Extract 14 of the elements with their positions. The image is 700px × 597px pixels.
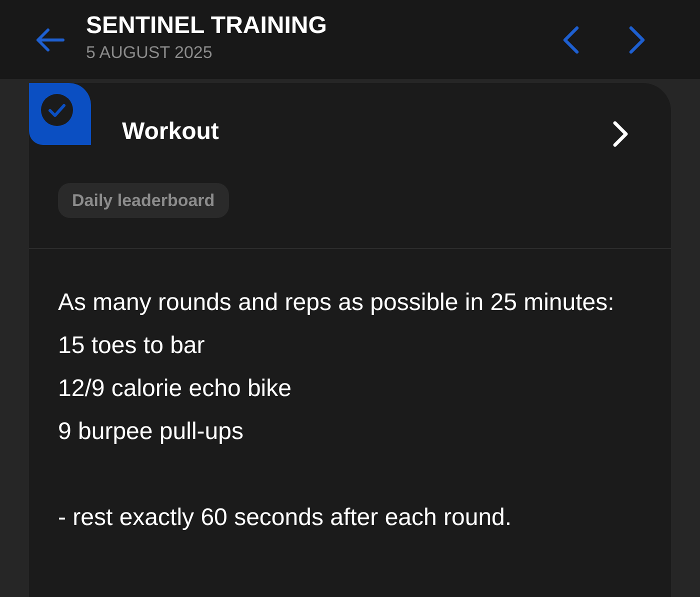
workout-text: 15 toes to bar: [58, 331, 206, 361]
workout-text: - rest exactly 60 seconds after each round.: [58, 503, 513, 533]
workout-text: As many rounds and reps as possible in 25 minutes:: [58, 288, 616, 318]
chevron-right-icon[interactable]: [613, 121, 629, 147]
workout-text: 12/9 calorie echo bike: [58, 374, 292, 404]
date-label: 5 AUGUST 2025: [86, 42, 214, 64]
chevron-right-icon: [629, 26, 645, 54]
page-title: SENTINEL TRAINING: [86, 10, 328, 40]
card-title: Workout: [122, 117, 220, 147]
chevron-left-icon: [563, 26, 579, 54]
check-circle-icon: [41, 94, 73, 126]
leaderboard-tag: Daily leaderboard: [58, 183, 229, 218]
back-arrow-icon: [35, 26, 65, 52]
workout-text: 9 burpee pull-ups: [58, 417, 244, 447]
